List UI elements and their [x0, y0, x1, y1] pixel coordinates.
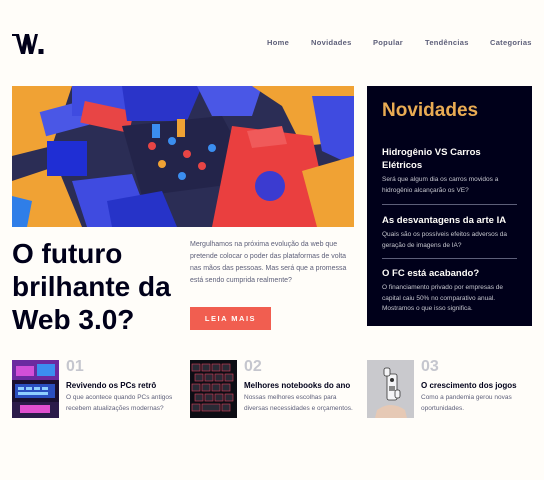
hero-description: Mergulhamos na próxima evolução da web q…: [190, 241, 347, 284]
card-description: Como a pandemia gerou novas oportunidade…: [421, 394, 512, 412]
news-panel-title: Novidades: [382, 100, 479, 121]
news-item[interactable]: As desvantagens da arte IA Quais são os …: [382, 214, 517, 251]
nav-item-popular[interactable]: Popular: [373, 38, 403, 47]
card-title[interactable]: Melhores notebooks do ano: [244, 381, 350, 390]
news-panel: Novidades Hidrogênio VS Carros Elétricos…: [367, 86, 532, 326]
news-item-description: O financiamento privado por empresas de …: [382, 284, 504, 312]
news-item-title[interactable]: Hidrogênio VS Carros Elétricos: [382, 146, 517, 172]
article-card[interactable]: 01 Revivendo os PCs retrô O que acontece…: [12, 358, 177, 420]
card-title[interactable]: O crescimento dos jogos: [421, 381, 517, 390]
card-description: Nossas melhores escolhas para diversas n…: [244, 394, 353, 412]
news-divider: [382, 204, 517, 205]
card-title[interactable]: Revivendo os PCs retrô: [66, 381, 156, 390]
news-divider: [382, 258, 517, 259]
keyboard-thumbnail[interactable]: [190, 360, 237, 418]
news-item[interactable]: O FC está acabando? O financiamento priv…: [382, 267, 517, 315]
news-item-title[interactable]: As desvantagens da arte IA: [382, 214, 517, 227]
news-item-description: Será que algum dia os carros movidos a h…: [382, 176, 499, 194]
article-card[interactable]: 02 Melhores notebooks do ano Nossas melh…: [190, 358, 355, 420]
nav-item-categorias[interactable]: Categorias: [490, 38, 532, 47]
main-nav: Home Novidades Popular Tendências Catego…: [0, 38, 544, 48]
retro-pc-thumbnail[interactable]: [12, 360, 59, 418]
hero-image: [12, 86, 354, 227]
news-item-title[interactable]: O FC está acabando?: [382, 267, 517, 280]
nav-item-home[interactable]: Home: [267, 38, 289, 47]
card-number: 02: [244, 358, 262, 375]
hero-headline: O futuro brilhante da Web 3.0?: [12, 238, 171, 335]
article-card[interactable]: 03 O crescimento dos jogos Como a pandem…: [367, 358, 532, 420]
nav-item-novidades[interactable]: Novidades: [311, 38, 352, 47]
card-number: 03: [421, 358, 439, 375]
card-number: 01: [66, 358, 84, 375]
news-item[interactable]: Hidrogênio VS Carros Elétricos Será que …: [382, 146, 517, 196]
card-description: O que acontece quando PCs antigos recebe…: [66, 394, 173, 412]
news-item-description: Quais são os possíveis efeitos adversos …: [382, 231, 508, 249]
gaming-thumbnail[interactable]: [367, 360, 414, 418]
nav-item-tendencias[interactable]: Tendências: [425, 38, 469, 47]
read-more-button[interactable]: LEIA MAIS: [190, 307, 271, 330]
